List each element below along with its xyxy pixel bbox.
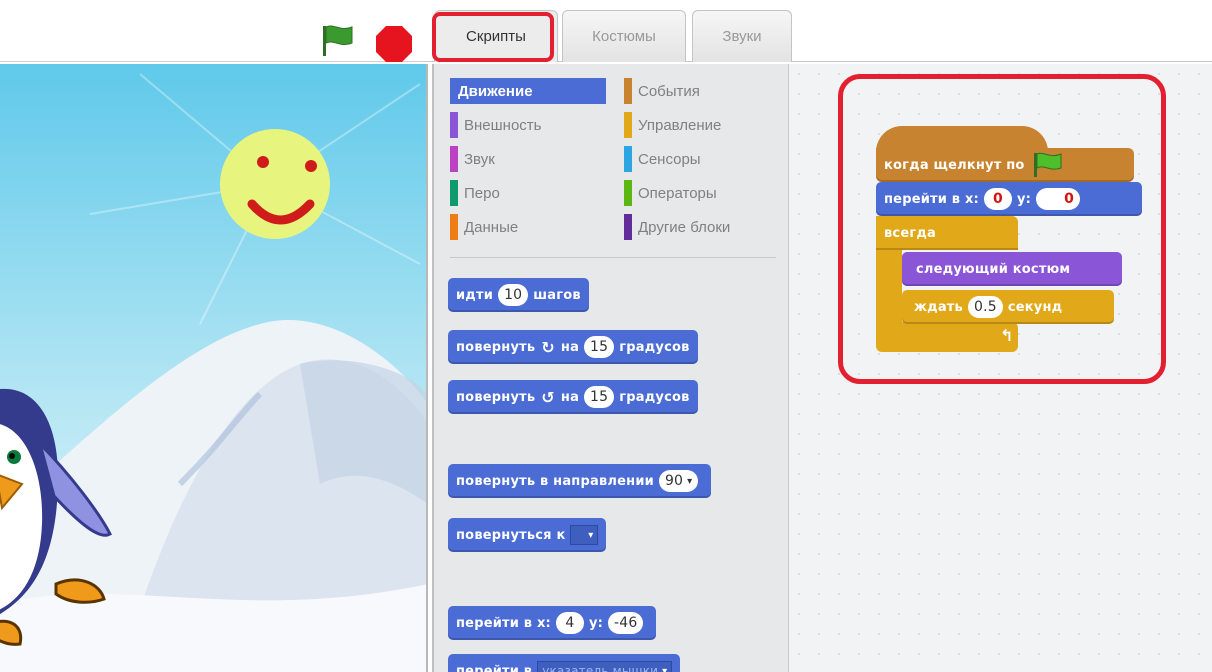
direction-dropdown[interactable]: 90 ▾: [658, 470, 699, 492]
dropdown-arrow-icon: ▾: [588, 529, 594, 541]
goto-target-dropdown[interactable]: указатель мышки ▾: [537, 661, 673, 672]
x-input[interactable]: 0: [983, 188, 1012, 210]
editor-tabs: Скрипты Костюмы Звуки: [428, 0, 1212, 62]
block-text: перейти в: [456, 663, 533, 672]
category-swatch: [450, 112, 458, 138]
block-palette: Движение События Внешность Управление Зв…: [432, 64, 788, 672]
category-swatch: [624, 214, 632, 240]
goto-target-value: указатель мышки: [542, 664, 659, 672]
forever-bottom: ↰: [876, 322, 1018, 352]
category-swatch: [624, 112, 632, 138]
category-label: Управление: [638, 116, 722, 134]
category-sound[interactable]: Звук: [450, 146, 605, 172]
category-label: Другие блоки: [638, 218, 731, 236]
degrees-input[interactable]: 15: [584, 386, 615, 408]
category-operators[interactable]: Операторы: [624, 180, 779, 206]
block-goto-xy-script[interactable]: перейти в x: 0 y: 0: [876, 182, 1142, 216]
steps-input[interactable]: 10: [498, 284, 529, 306]
category-label: События: [638, 82, 700, 100]
block-text: следующий костюм: [916, 261, 1071, 277]
y-input[interactable]: -46: [608, 612, 644, 634]
category-swatch: [450, 180, 458, 206]
category-label: Движение: [458, 82, 533, 100]
block-text: y:: [1016, 191, 1032, 207]
category-data[interactable]: Данные: [450, 214, 605, 240]
target-dropdown[interactable]: ▾: [570, 525, 599, 545]
stage-scene: [0, 73, 426, 672]
category-pen[interactable]: Перо: [450, 180, 605, 206]
block-goto-target[interactable]: перейти в указатель мышки ▾: [448, 654, 681, 672]
tab-sounds[interactable]: Звуки: [692, 10, 792, 62]
block-text: на: [560, 339, 580, 355]
category-events[interactable]: События: [624, 78, 779, 104]
block-point-in-direction[interactable]: повернуть в направлении 90 ▾: [448, 464, 712, 498]
category-swatch: [450, 214, 458, 240]
block-text: перейти в x:: [456, 615, 551, 631]
block-text: градусов: [619, 389, 690, 405]
block-goto-xy[interactable]: перейти в x: 4 y: -46: [448, 606, 657, 640]
block-turn-right[interactable]: повернуть ↻ на 15 градусов: [448, 330, 698, 364]
x-input[interactable]: 4: [555, 612, 584, 634]
category-label: Сенсоры: [638, 150, 701, 168]
block-text: шагов: [533, 287, 581, 303]
green-flag-icon: [1033, 152, 1062, 177]
y-input[interactable]: 0: [1036, 188, 1081, 210]
block-move-steps[interactable]: идти 10 шагов: [448, 278, 589, 312]
block-text: y:: [588, 615, 604, 631]
block-text: повернуть: [456, 339, 536, 355]
rotate-clockwise-icon: ↻: [541, 337, 555, 357]
category-sensing[interactable]: Сенсоры: [624, 146, 779, 172]
block-turn-left[interactable]: повернуть ↺ на 15 градусов: [448, 380, 698, 414]
category-motion[interactable]: Движение: [450, 78, 606, 104]
block-when-flag-clicked[interactable]: когда щелкнут по: [876, 148, 1134, 182]
block-text: ждать: [914, 299, 963, 315]
block-text: повернуть: [456, 389, 536, 405]
block-next-costume[interactable]: следующий костюм: [902, 252, 1122, 286]
block-wait-seconds[interactable]: ждать 0.5 секунд: [902, 290, 1114, 324]
loop-arrow-icon: ↰: [1000, 328, 1014, 345]
block-text: всегда: [884, 225, 937, 241]
category-label: Операторы: [638, 184, 717, 202]
category-label: Данные: [464, 218, 519, 236]
palette-divider: [450, 257, 776, 258]
category-swatch: [624, 146, 632, 172]
degrees-input[interactable]: 15: [584, 336, 615, 358]
block-text: когда щелкнут по: [884, 157, 1025, 173]
block-text: идти: [456, 287, 494, 303]
direction-value: 90: [664, 473, 684, 489]
block-forever[interactable]: всегда: [876, 216, 1018, 250]
category-control[interactable]: Управление: [624, 112, 779, 138]
block-text: на: [560, 389, 580, 405]
block-text: повернуть в направлении: [456, 473, 654, 489]
block-text: повернуться к: [456, 527, 566, 543]
category-swatch: [624, 180, 632, 206]
category-label: Перо: [464, 184, 500, 202]
green-flag-icon[interactable]: [318, 22, 358, 58]
category-label: Внешность: [464, 116, 542, 134]
rotate-counterclockwise-icon: ↺: [541, 387, 555, 407]
category-swatch: [450, 146, 458, 172]
block-point-towards[interactable]: повернуться к ▾: [448, 518, 607, 552]
seconds-input[interactable]: 0.5: [967, 296, 1003, 318]
stage-header: [0, 0, 428, 62]
category-looks[interactable]: Внешность: [450, 112, 605, 138]
category-label: Звук: [464, 150, 495, 168]
block-text: перейти в x:: [884, 191, 979, 207]
category-swatch: [624, 78, 632, 104]
block-text: секунд: [1007, 299, 1063, 315]
tab-costumes[interactable]: Костюмы: [562, 10, 686, 62]
forever-side: [876, 250, 902, 324]
dropdown-arrow-icon: ▾: [687, 475, 693, 487]
dropdown-arrow-icon: ▾: [662, 665, 668, 672]
block-text: градусов: [619, 339, 690, 355]
category-more-blocks[interactable]: Другие блоки: [624, 214, 779, 240]
tab-scripts[interactable]: Скрипты: [434, 10, 558, 62]
stop-icon[interactable]: [374, 24, 414, 64]
stage-canvas[interactable]: [0, 64, 428, 672]
